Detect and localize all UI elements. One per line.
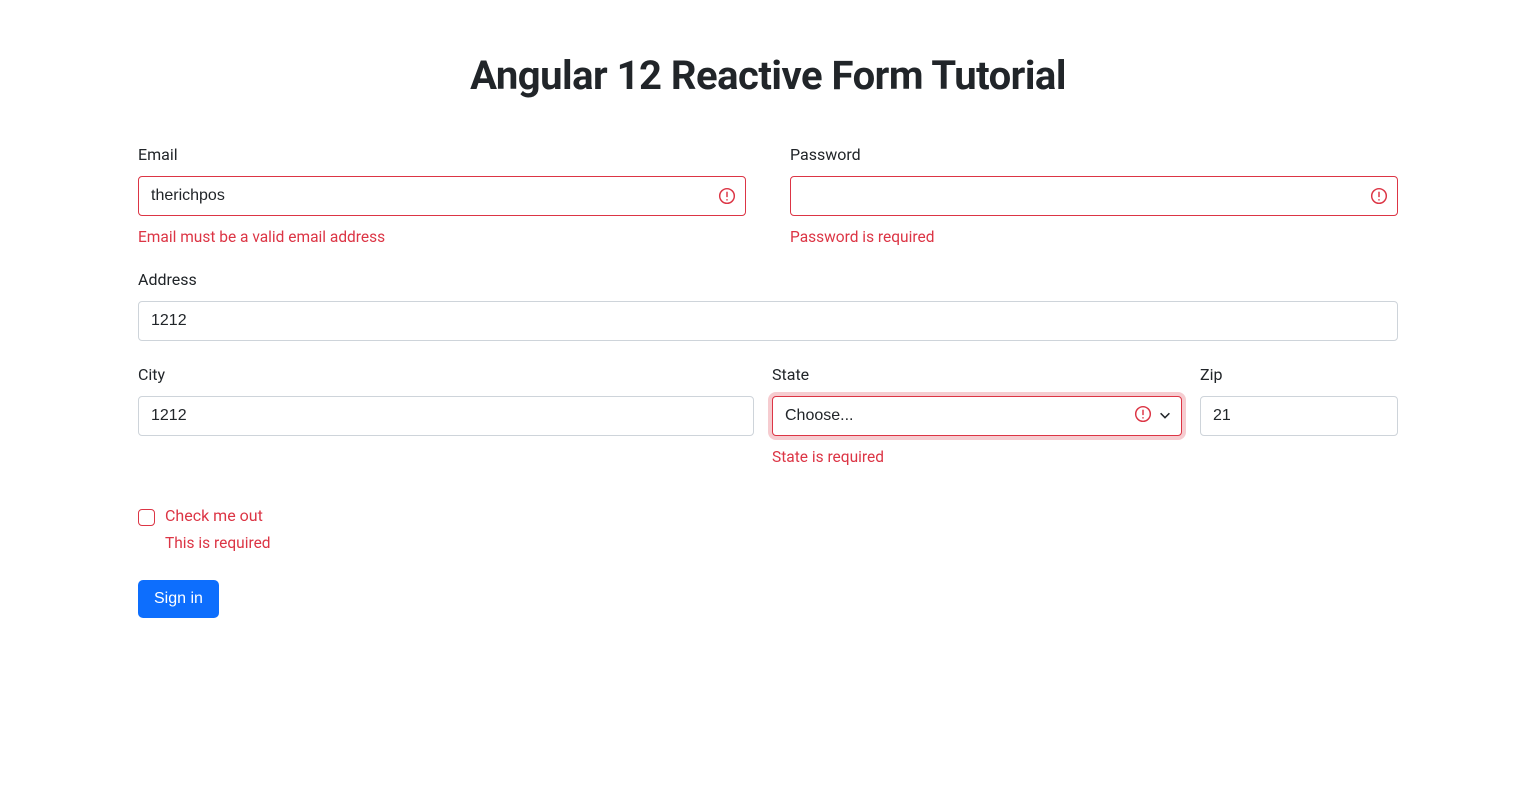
email-label: Email [138,145,746,164]
zip-input[interactable] [1200,396,1398,436]
address-label: Address [138,270,1398,289]
sign-in-button[interactable]: Sign in [138,580,219,618]
terms-checkbox-row: Check me out [138,506,1398,526]
password-label: Password [790,145,1398,164]
state-select[interactable]: Choose... [772,396,1182,436]
password-input[interactable] [790,176,1398,216]
state-error: State is required [772,448,1182,466]
address-input[interactable] [138,301,1398,341]
email-input[interactable] [138,176,746,216]
terms-error: This is required [165,534,1398,552]
page-title: Angular 12 Reactive Form Tutorial [138,52,1398,99]
zip-label: Zip [1200,365,1398,384]
city-input[interactable] [138,396,754,436]
city-label: City [138,365,754,384]
state-label: State [772,365,1182,384]
email-error: Email must be a valid email address [138,228,746,246]
terms-checkbox[interactable] [138,509,155,526]
password-error: Password is required [790,228,1398,246]
terms-label[interactable]: Check me out [165,506,263,525]
